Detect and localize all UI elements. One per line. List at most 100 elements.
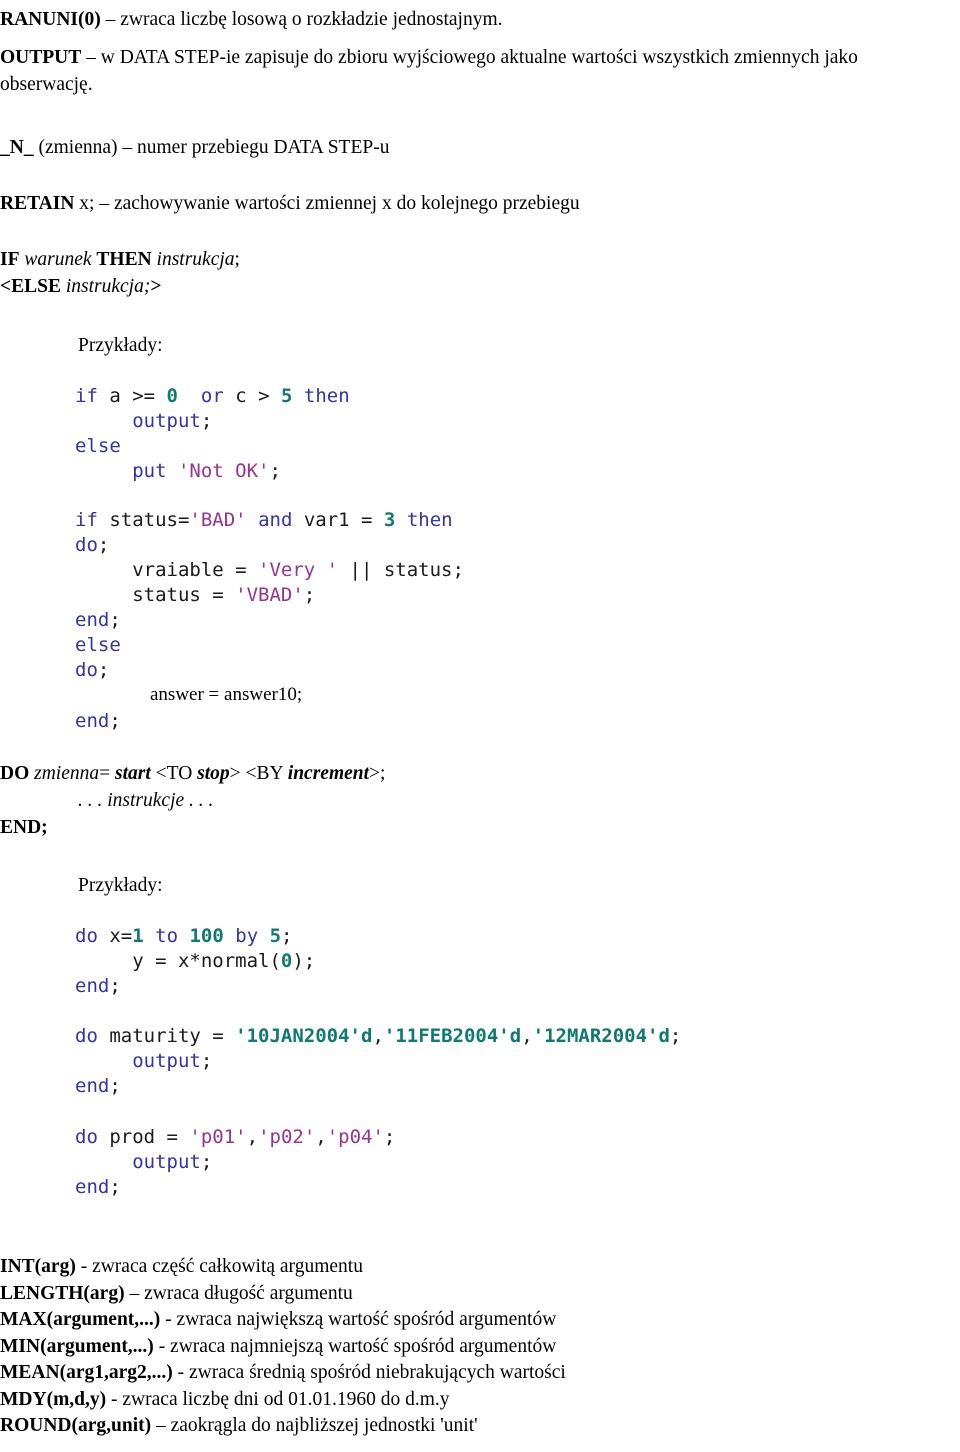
code-block-if-else-simple: if a >= 0 or c > 5 then output; else put …	[0, 384, 350, 484]
entry-output-desc: – w DATA STEP-ie zapisuje do zbioru wyjś…	[0, 47, 858, 95]
code-line: if status='BAD' and var1 = 3 then	[75, 508, 464, 533]
code-token-id	[178, 385, 201, 407]
code-token-kw: do	[75, 534, 98, 556]
entry-n-variable: _N_ (zmienna) – numer przebiegu DATA STE…	[0, 134, 940, 161]
entry-retain-arg: x;	[74, 193, 95, 214]
do-stop-placeholder: stop	[197, 763, 230, 784]
code-token-id	[75, 410, 132, 432]
code-token-id: y = x*normal(	[75, 950, 281, 972]
code-token-str: 'Very '	[258, 559, 339, 581]
function-description: – zwraca długość argumentu	[124, 1282, 353, 1304]
entry-ranuni-name: RANUNI(0)	[0, 9, 101, 30]
code-token-id: ;	[97, 534, 110, 556]
code-token-id: ;	[200, 410, 213, 432]
code-token-num: '10JAN2004'd	[235, 1025, 373, 1047]
code-line: output;	[75, 409, 350, 434]
do-variable-placeholder: zmienna	[29, 763, 100, 784]
code-token-kw: then	[406, 509, 453, 531]
do-by-close: >	[369, 763, 381, 784]
do-line-terminator: ;	[380, 763, 386, 784]
code-block-do-loop-dates: do maturity = '10JAN2004'd,'11FEB2004'd,…	[0, 1024, 681, 1099]
then-instruction-placeholder: instrukcja	[151, 249, 235, 270]
function-description: - zwraca część całkowitą argumentu	[75, 1256, 363, 1277]
code-line: do;	[75, 533, 464, 558]
code-token-id	[75, 460, 132, 482]
code-token-kw: else	[75, 634, 121, 656]
code-line: output;	[75, 1150, 395, 1175]
code-token-kw: output	[132, 410, 201, 432]
code-token-str: 'Not OK'	[177, 460, 270, 482]
code-block-if-else-do: if status='BAD' and var1 = 3 then do; vra…	[0, 508, 464, 683]
do-to-close: >	[229, 763, 246, 784]
code-token-kw: end	[75, 975, 110, 997]
function-name: ROUND(arg,unit)	[0, 1415, 152, 1436]
entry-ranuni: RANUNI(0) – zwraca liczbę losową o rozkł…	[0, 6, 940, 33]
code-line: put 'Not OK';	[75, 459, 350, 484]
code-line: else	[75, 434, 350, 459]
code-token-id	[178, 925, 189, 947]
code-line: end;	[75, 709, 121, 734]
function-reference-list: INT(arg) - zwraca część całkowitą argume…	[0, 1254, 950, 1440]
entry-ranuni-desc: – zwraca liczbę losową o rozkładzie jedn…	[100, 9, 503, 30]
code-token-kw: do	[75, 1126, 98, 1148]
function-description: - zwraca najmniejszą wartość spośród arg…	[153, 1335, 557, 1357]
if-condition-placeholder: warunek	[19, 249, 97, 270]
code-line: else	[75, 633, 464, 658]
code-token-id: ;	[109, 975, 121, 997]
code-token-id: ;	[109, 1176, 121, 1198]
code-token-id	[224, 925, 235, 947]
code-token-id: ,	[315, 1126, 327, 1148]
entry-output-name: OUTPUT	[0, 47, 82, 68]
code-token-kw: put	[132, 460, 167, 482]
code-token-kw: do	[75, 1025, 98, 1047]
code-token-id	[395, 509, 406, 531]
code-token-num: '12MAR2004'd	[532, 1025, 670, 1047]
else-line-terminator: >	[150, 276, 162, 297]
code-line: end;	[75, 974, 315, 999]
code-token-id	[75, 1151, 132, 1173]
entry-output: OUTPUT – w DATA STEP-ie zapisuje do zbio…	[0, 44, 950, 98]
code-token-str: 'p01'	[189, 1126, 247, 1148]
code-token-num: 100	[189, 925, 224, 947]
code-token-id: ,	[372, 1025, 384, 1047]
code-line: vraiable = 'Very ' || status;	[75, 558, 464, 583]
code-token-id: ;	[383, 1126, 396, 1148]
entry-n-variable-name: _N_	[0, 137, 34, 158]
code-token-num: 1	[132, 925, 144, 947]
code-token-id: ,	[521, 1025, 533, 1047]
do-equals: =	[99, 763, 115, 784]
code-token-id: status =	[75, 584, 236, 606]
code-line: do;	[75, 658, 464, 683]
code-token-str: 'BAD'	[189, 509, 247, 531]
end-keyword: END;	[0, 817, 48, 838]
function-list-item: INT(arg) - zwraca część całkowitą argume…	[0, 1254, 950, 1281]
code-token-kw: end	[75, 609, 110, 631]
code-block-do-loop-numeric: do x=1 to 100 by 5; y = x*normal(0); end;	[0, 924, 315, 999]
examples-label-do: Przykłady:	[78, 875, 163, 896]
function-list-item: MIN(argument,...) - zwraca najmniejszą w…	[0, 1334, 950, 1361]
function-name: LENGTH(arg)	[0, 1282, 125, 1304]
if-keyword: IF	[0, 249, 20, 270]
code-line-answer-assignment: answer = answer10;	[150, 684, 303, 705]
code-token-id	[258, 925, 269, 947]
code-token-kw: if	[75, 385, 98, 407]
code-token-kw: output	[132, 1151, 201, 1173]
function-list-item: ROUND(arg,unit) – zaokrągla do najbliższ…	[0, 1413, 950, 1440]
do-instructions-placeholder: . . . instrukcje . . .	[78, 790, 214, 811]
function-name: MDY(m,d,y)	[0, 1388, 107, 1410]
code-token-id: );	[292, 950, 316, 972]
code-token-kw: output	[132, 1050, 201, 1072]
code-token-str: 'VBAD'	[235, 584, 304, 606]
function-list-item: MDY(m,d,y) - zwraca liczbę dni od 01.01.…	[0, 1387, 950, 1414]
code-token-kw: do	[75, 925, 98, 947]
if-statement-syntax: IF warunek THEN instrukcja; <ELSE instru…	[0, 246, 940, 300]
code-token-kw: else	[75, 435, 121, 457]
code-token-id	[292, 385, 303, 407]
code-token-id: || status;	[338, 559, 464, 581]
code-token-id: ,	[246, 1126, 259, 1148]
examples-label-if: Przykłady:	[78, 335, 163, 356]
code-token-num: '11FEB2004'd	[383, 1025, 522, 1047]
do-start-placeholder: start	[115, 763, 151, 784]
code-block-do-loop-strings: do prod = 'p01','p02','p04'; output; end;	[0, 1125, 395, 1200]
entry-retain-name: RETAIN	[0, 193, 75, 214]
